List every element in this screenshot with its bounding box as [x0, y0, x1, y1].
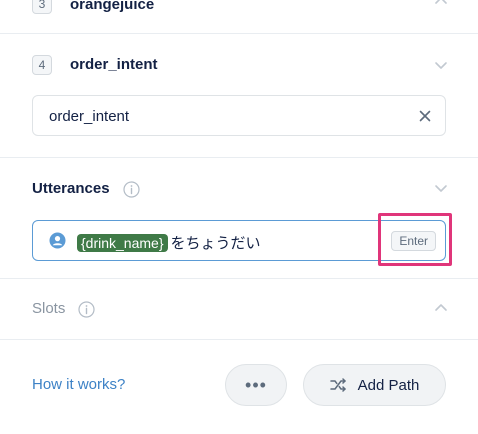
utterance-suffix: をちょうだい [170, 235, 261, 252]
step-number-badge: 4 [32, 55, 52, 75]
clear-icon[interactable] [417, 108, 433, 124]
step-name: orangejuice [70, 0, 155, 13]
divider [0, 278, 478, 279]
more-options-button[interactable]: ••• [225, 364, 287, 406]
slots-title: Slots [32, 300, 66, 317]
chevron-up-icon[interactable] [434, 301, 448, 315]
add-path-button[interactable]: Add Path [303, 364, 446, 406]
divider [0, 339, 478, 340]
shuffle-icon [329, 378, 348, 392]
highlight-box [378, 213, 452, 266]
chevron-down-icon[interactable] [434, 58, 448, 72]
step-name: order_intent [70, 56, 158, 73]
intent-name-field[interactable]: order_intent [32, 95, 446, 136]
info-icon[interactable] [78, 301, 95, 318]
entity-chip[interactable]: {drink_name} [77, 233, 168, 252]
utterance-text: {drink_name} をちょうだい [77, 232, 261, 253]
divider [0, 157, 478, 158]
add-path-label: Add Path [357, 376, 420, 394]
how-it-works-link[interactable]: How it works? [32, 376, 125, 393]
step-number-badge: 3 [32, 0, 52, 14]
info-icon[interactable] [123, 181, 140, 198]
divider [0, 33, 478, 34]
user-icon [49, 232, 66, 249]
intent-name-value: order_intent [49, 108, 130, 125]
utterances-title: Utterances [32, 180, 110, 197]
chevron-up-icon[interactable] [434, 0, 448, 8]
chevron-down-icon[interactable] [434, 181, 448, 195]
